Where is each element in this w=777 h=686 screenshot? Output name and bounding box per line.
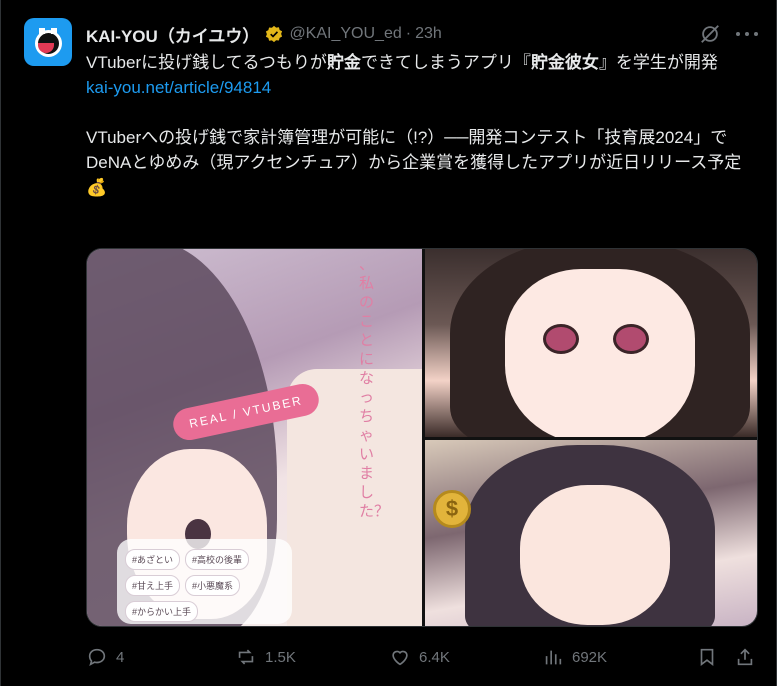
image-tag: #甘え上手 xyxy=(125,575,181,596)
verified-badge-icon[interactable] xyxy=(265,25,283,43)
image-tag: #小悪魔系 xyxy=(185,575,241,596)
header-separator: · xyxy=(405,25,412,42)
reply-count: 4 xyxy=(116,648,125,666)
coin-icon: $ xyxy=(433,490,471,528)
grok-icon[interactable] xyxy=(699,23,721,45)
illustration-face xyxy=(520,485,670,625)
avatar-tooth xyxy=(39,28,45,34)
tweet-text: VTuberに投げ銭してるつもりが貯金できてしまうアプリ『貯金彼女』を学生が開発… xyxy=(86,50,754,200)
media-image-1[interactable]: 、私のことになっちゃいました？ REAL / VTUBER #あざとい #高校の… xyxy=(87,249,422,626)
share-button[interactable] xyxy=(734,645,764,669)
views-count: 692K xyxy=(572,648,608,666)
bookmark-button[interactable] xyxy=(696,645,726,669)
share-icon xyxy=(737,648,753,666)
tweet-header: KAI-YOU（カイユウ） @KAI_YOU_ed · 23h xyxy=(86,22,442,46)
heart-icon xyxy=(392,650,408,666)
article-link[interactable]: kai-you.net/article/94814 xyxy=(86,75,754,100)
reply-button[interactable]: 4 xyxy=(86,645,124,669)
illustration-eye xyxy=(613,324,649,354)
like-count: 6.4K xyxy=(419,648,450,666)
repost-icon xyxy=(238,649,254,665)
image-tag: #からかい上手 xyxy=(125,601,199,622)
repost-button[interactable]: 1.5K xyxy=(235,645,296,669)
author-avatar[interactable] xyxy=(24,18,72,66)
media-image-2[interactable] xyxy=(425,249,757,437)
image-tag: #高校の後輩 xyxy=(185,549,250,570)
image-tag: #あざとい xyxy=(125,549,181,570)
more-options-icon[interactable] xyxy=(736,24,758,44)
tweet-headline: VTuberに投げ銭してるつもりが貯金できてしまうアプリ『貯金彼女』を学生が開発 xyxy=(86,53,718,72)
reply-icon xyxy=(88,648,106,666)
tweet-actions: 4 1.5K 6.4K 692K xyxy=(86,645,758,669)
author-name[interactable]: KAI-YOU（カイユウ） xyxy=(86,22,259,47)
views-button[interactable]: 692K xyxy=(542,645,607,669)
media-grid: 、私のことになっちゃいました？ REAL / VTUBER #あざとい #高校の… xyxy=(86,248,758,627)
image-vertical-text: 、私のことになっちゃいました？ xyxy=(359,255,390,520)
author-handle[interactable]: @KAI_YOU_ed xyxy=(289,25,401,43)
views-chart-icon xyxy=(545,650,562,665)
illustration-eye xyxy=(543,324,579,354)
bookmark-icon xyxy=(700,648,714,666)
illustration-face xyxy=(505,269,695,437)
repost-count: 1.5K xyxy=(265,648,296,666)
tweet-card[interactable]: KAI-YOU（カイユウ） @KAI_YOU_ed · 23h VTuberに投… xyxy=(0,0,777,686)
image-tag-list: #あざとい #高校の後輩 #甘え上手 #小悪魔系 #からかい上手 xyxy=(117,539,292,624)
media-image-3[interactable]: $ xyxy=(425,440,757,626)
tweet-paragraph: VTuberへの投げ銭で家計簿管理が可能に（!?）──開発コンテスト「技育展20… xyxy=(86,128,742,197)
tweet-timestamp[interactable]: 23h xyxy=(415,25,442,43)
like-button[interactable]: 6.4K xyxy=(389,645,450,669)
avatar-tooth xyxy=(51,28,57,34)
